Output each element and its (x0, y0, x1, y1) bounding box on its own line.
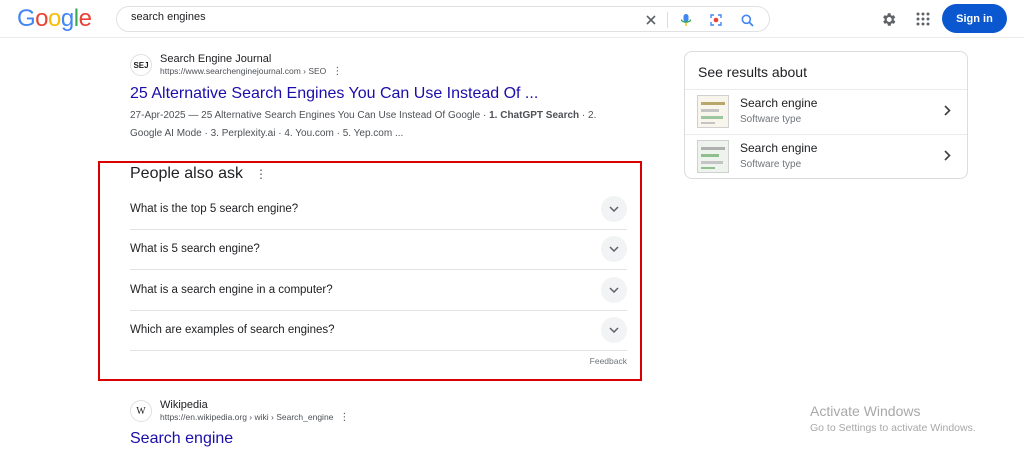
paa-question-text: What is the top 5 search engine? (130, 202, 299, 215)
result-title-link[interactable]: Search engine (130, 429, 349, 449)
apps-grid-icon[interactable] (913, 9, 933, 29)
top-bar: Google Sign in (0, 0, 1024, 38)
paa-question[interactable]: What is a search engine in a computer? (130, 270, 627, 311)
search-divider (667, 12, 668, 28)
more-options-icon[interactable]: ⋮ (255, 167, 267, 181)
result-url-text: https://en.wikipedia.org › wiki › Search… (160, 412, 334, 422)
panel-title: See results about (698, 64, 807, 80)
see-results-about-panel: See results about Search engine Software… (684, 51, 968, 179)
thumbnail-image (697, 140, 729, 173)
chevron-down-icon[interactable] (601, 195, 627, 222)
chevron-right-icon (939, 147, 955, 163)
search-input[interactable] (131, 11, 621, 23)
result-source[interactable]: W Wikipedia https://en.wikipedia.org › w… (130, 399, 349, 424)
panel-item[interactable]: Search engine Software type (685, 89, 967, 134)
result-title-link[interactable]: 25 Alternative Search Engines You Can Us… (130, 84, 620, 104)
chevron-down-icon[interactable] (601, 236, 627, 263)
snippet-highlight: 1. ChatGPT Search (489, 109, 580, 121)
paa-question[interactable]: What is the top 5 search engine? (130, 189, 627, 230)
logo-letter: e (78, 5, 92, 32)
paa-question[interactable]: Which are examples of search engines? (130, 311, 627, 351)
people-also-ask: People also ask ⋮ What is the top 5 sear… (130, 163, 627, 366)
chevron-right-icon (939, 102, 955, 118)
result-site-name: Wikipedia (160, 399, 208, 411)
watermark-title: Activate Windows (810, 403, 921, 419)
logo-letter: g (60, 5, 74, 32)
microphone-icon[interactable] (677, 11, 695, 29)
result-url: https://www.searchenginejournal.com › SE… (160, 65, 342, 78)
activate-windows-watermark: Activate Windows Go to Settings to activ… (810, 402, 976, 436)
favicon-wikipedia: W (130, 400, 152, 423)
google-logo[interactable]: Google (17, 5, 92, 33)
chevron-down-icon[interactable] (601, 317, 627, 344)
logo-letter: o (35, 5, 49, 32)
watermark-subtitle: Go to Settings to activate Windows. (810, 422, 976, 434)
search-result: W Wikipedia https://en.wikipedia.org › w… (130, 399, 349, 449)
chevron-down-icon[interactable] (601, 276, 627, 303)
result-site-name: Search Engine Journal (160, 53, 272, 65)
search-result: SEJ Search Engine Journal https://www.se… (130, 53, 620, 143)
clear-icon[interactable] (642, 11, 660, 29)
logo-letter: o (48, 5, 61, 32)
panel-item-subtitle: Software type (740, 159, 802, 170)
paa-question-text: What is 5 search engine? (130, 243, 260, 256)
search-icon[interactable] (738, 11, 756, 29)
settings-gear-icon[interactable] (878, 9, 898, 29)
paa-question-text: Which are examples of search engines? (130, 324, 335, 337)
panel-item-title: Search engine (740, 141, 818, 155)
sign-in-button[interactable]: Sign in (942, 4, 1007, 33)
thumbnail-image (697, 95, 729, 128)
lens-camera-icon[interactable] (707, 11, 725, 29)
more-options-icon[interactable]: ⋮ (339, 412, 349, 424)
more-options-icon[interactable]: ⋮ (332, 66, 342, 78)
snippet-text: 27-Apr-2025 — 25 Alternative Search Engi… (130, 109, 490, 121)
result-snippet: 27-Apr-2025 — 25 Alternative Search Engi… (130, 107, 620, 143)
paa-title: People also ask (130, 165, 243, 182)
search-box[interactable] (116, 6, 770, 32)
favicon-sej: SEJ (130, 54, 152, 77)
result-url-text: https://www.searchenginejournal.com › SE… (160, 66, 327, 76)
logo-letter: G (17, 5, 36, 32)
panel-item[interactable]: Search engine Software type (685, 134, 967, 179)
panel-item-title: Search engine (740, 96, 818, 110)
result-url: https://en.wikipedia.org › wiki › Search… (160, 411, 349, 424)
paa-question[interactable]: What is 5 search engine? (130, 230, 627, 270)
panel-item-subtitle: Software type (740, 114, 802, 125)
paa-question-text: What is a search engine in a computer? (130, 283, 333, 296)
result-source[interactable]: SEJ Search Engine Journal https://www.se… (130, 53, 620, 78)
feedback-link[interactable]: Feedback (590, 356, 627, 366)
